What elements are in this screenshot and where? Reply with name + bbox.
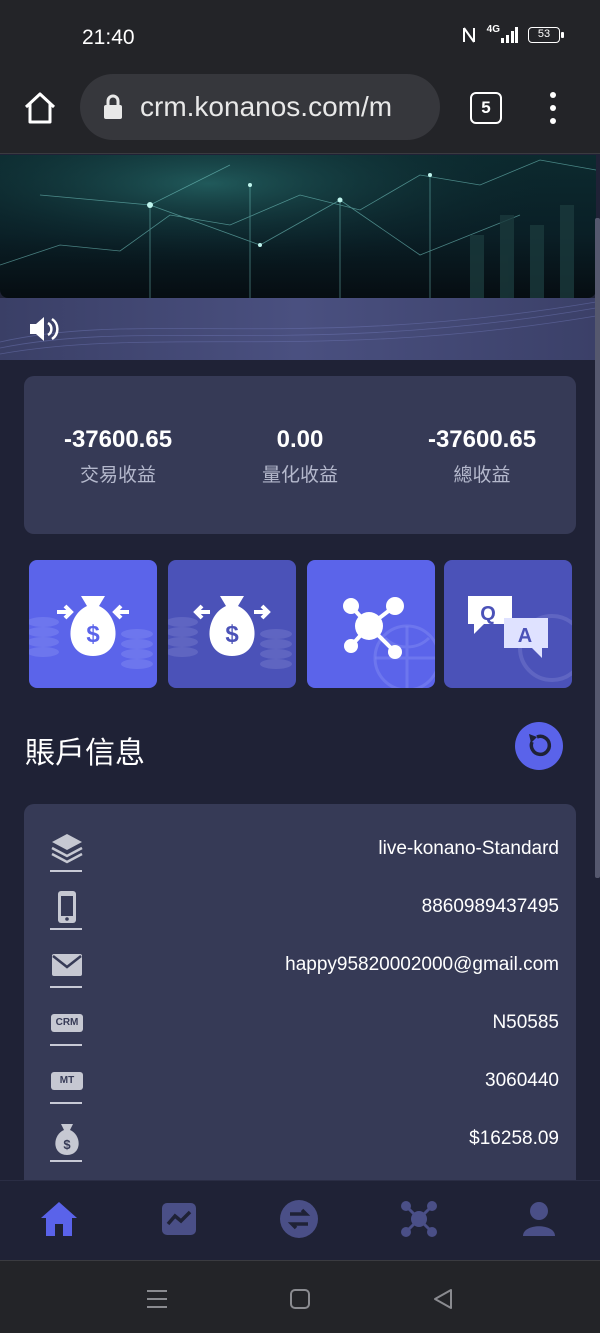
refresh-button[interactable]: [515, 722, 563, 770]
divider: [50, 1102, 82, 1104]
balance-row: $ $16258.09: [24, 1119, 576, 1177]
crm-tag-icon: CRM: [50, 1005, 84, 1041]
home-icon: [41, 1202, 77, 1236]
network-nodes-icon: [343, 597, 435, 688]
crm-value: N50585: [492, 1012, 559, 1033]
page-scrollbar[interactable]: [595, 218, 600, 878]
world-map-network-graphic: [0, 155, 596, 298]
browser-home-button[interactable]: [22, 90, 58, 126]
nfc-icon: [462, 27, 475, 43]
square-icon: [290, 1289, 310, 1309]
trading-earnings-value: -37600.65: [63, 426, 173, 453]
deposit-money-bag-icon: $: [29, 596, 153, 669]
svg-text:$: $: [63, 1137, 71, 1152]
menu-lines-icon: [147, 1290, 167, 1308]
faq-tile[interactable]: Q A: [444, 560, 572, 688]
phone-value: 8860989437495: [421, 896, 559, 917]
tabs-button[interactable]: 5: [470, 92, 502, 124]
lock-icon: [104, 94, 122, 119]
home-system-button[interactable]: [286, 1285, 314, 1313]
deposit-tile[interactable]: $: [29, 560, 157, 688]
divider: [50, 870, 82, 872]
back-button[interactable]: [429, 1285, 457, 1313]
svg-text:A: A: [518, 625, 532, 647]
withdraw-money-bag-icon: $: [168, 596, 292, 669]
mt-tag: MT: [51, 1072, 83, 1090]
total-earnings: -37600.65 總收益: [390, 426, 574, 487]
address-bar[interactable]: crm.konanos.com/m: [80, 74, 440, 140]
nav-home[interactable]: [37, 1197, 81, 1241]
status-bar: 21:40 4G 53: [0, 0, 600, 72]
account-type-value: live-konano-Standard: [378, 838, 559, 859]
back-triangle-icon: [434, 1289, 452, 1309]
recents-button[interactable]: [143, 1285, 171, 1313]
mail-icon: [50, 947, 84, 983]
account-type-row: live-konano-Standard: [24, 829, 576, 887]
battery-icon: 53: [528, 27, 564, 43]
nav-chart[interactable]: [157, 1197, 201, 1241]
divider: [50, 1160, 82, 1162]
network-type: 4G: [486, 23, 500, 35]
url-text: crm.konanos.com/m: [140, 91, 393, 122]
status-time: 21:40: [82, 26, 135, 49]
transfer-icon: [280, 1200, 318, 1238]
phone-row: 8860989437495: [24, 887, 576, 945]
withdraw-tile[interactable]: $: [168, 560, 296, 688]
phone-icon: [50, 889, 84, 925]
balance-value: $16258.09: [469, 1128, 559, 1149]
user-icon: [523, 1202, 555, 1236]
svg-text:$: $: [225, 621, 239, 648]
total-earnings-value: -37600.65: [427, 426, 537, 453]
svg-text:Q: Q: [480, 603, 496, 625]
home-outline-icon: [24, 92, 56, 124]
email-value: happy95820002000@gmail.com: [285, 954, 559, 975]
quant-earnings-label: 量化收益: [261, 465, 338, 486]
email-row: happy95820002000@gmail.com: [24, 945, 576, 1003]
svg-text:$: $: [86, 621, 100, 648]
status-icons: 4G 53: [461, 23, 564, 44]
trading-earnings: -37600.65 交易收益: [26, 426, 210, 487]
quant-earnings: 0.00 量化收益: [208, 426, 392, 487]
bottom-navigation: [0, 1180, 600, 1260]
system-navigation-bar: [0, 1260, 600, 1333]
crm-tag: CRM: [51, 1014, 83, 1032]
signal-icon: [501, 27, 518, 43]
divider: [50, 986, 82, 988]
hero-banner: [0, 155, 596, 298]
layers-icon: [50, 831, 84, 867]
chart-icon: [162, 1203, 196, 1235]
total-earnings-label: 總收益: [453, 465, 511, 486]
speaker-icon[interactable]: [28, 314, 60, 344]
crm-row: CRM N50585: [24, 1003, 576, 1061]
quant-earnings-value: 0.00: [276, 426, 324, 453]
trading-earnings-label: 交易收益: [79, 465, 156, 486]
mt-row: MT 3060440: [24, 1061, 576, 1119]
account-info-title: 賬戶信息: [25, 737, 145, 770]
divider: [50, 1044, 82, 1046]
mt-tag-icon: MT: [50, 1063, 84, 1099]
account-info-card: live-konano-Standard 8860989437495 happy…: [24, 804, 576, 1182]
wave-pattern-graphic: [0, 301, 596, 355]
refresh-icon: [529, 734, 552, 757]
nav-transfer[interactable]: [277, 1197, 321, 1241]
network-tile[interactable]: [307, 560, 435, 688]
battery-level: 53: [537, 28, 551, 40]
notice-bar[interactable]: [0, 298, 596, 360]
qa-chat-icon: Q A: [468, 596, 572, 682]
browser-toolbar: crm.konanos.com/m 5: [0, 72, 600, 154]
divider: [50, 928, 82, 930]
money-bag-icon: $: [50, 1121, 84, 1157]
browser-menu-button[interactable]: [548, 92, 558, 124]
mt-value: 3060440: [485, 1070, 559, 1091]
nav-profile[interactable]: [517, 1197, 561, 1241]
nav-network[interactable]: [397, 1197, 441, 1241]
network-icon: [401, 1201, 437, 1237]
earnings-summary-card: -37600.65 交易收益 0.00 量化收益 -37600.65 總收益: [24, 376, 576, 534]
